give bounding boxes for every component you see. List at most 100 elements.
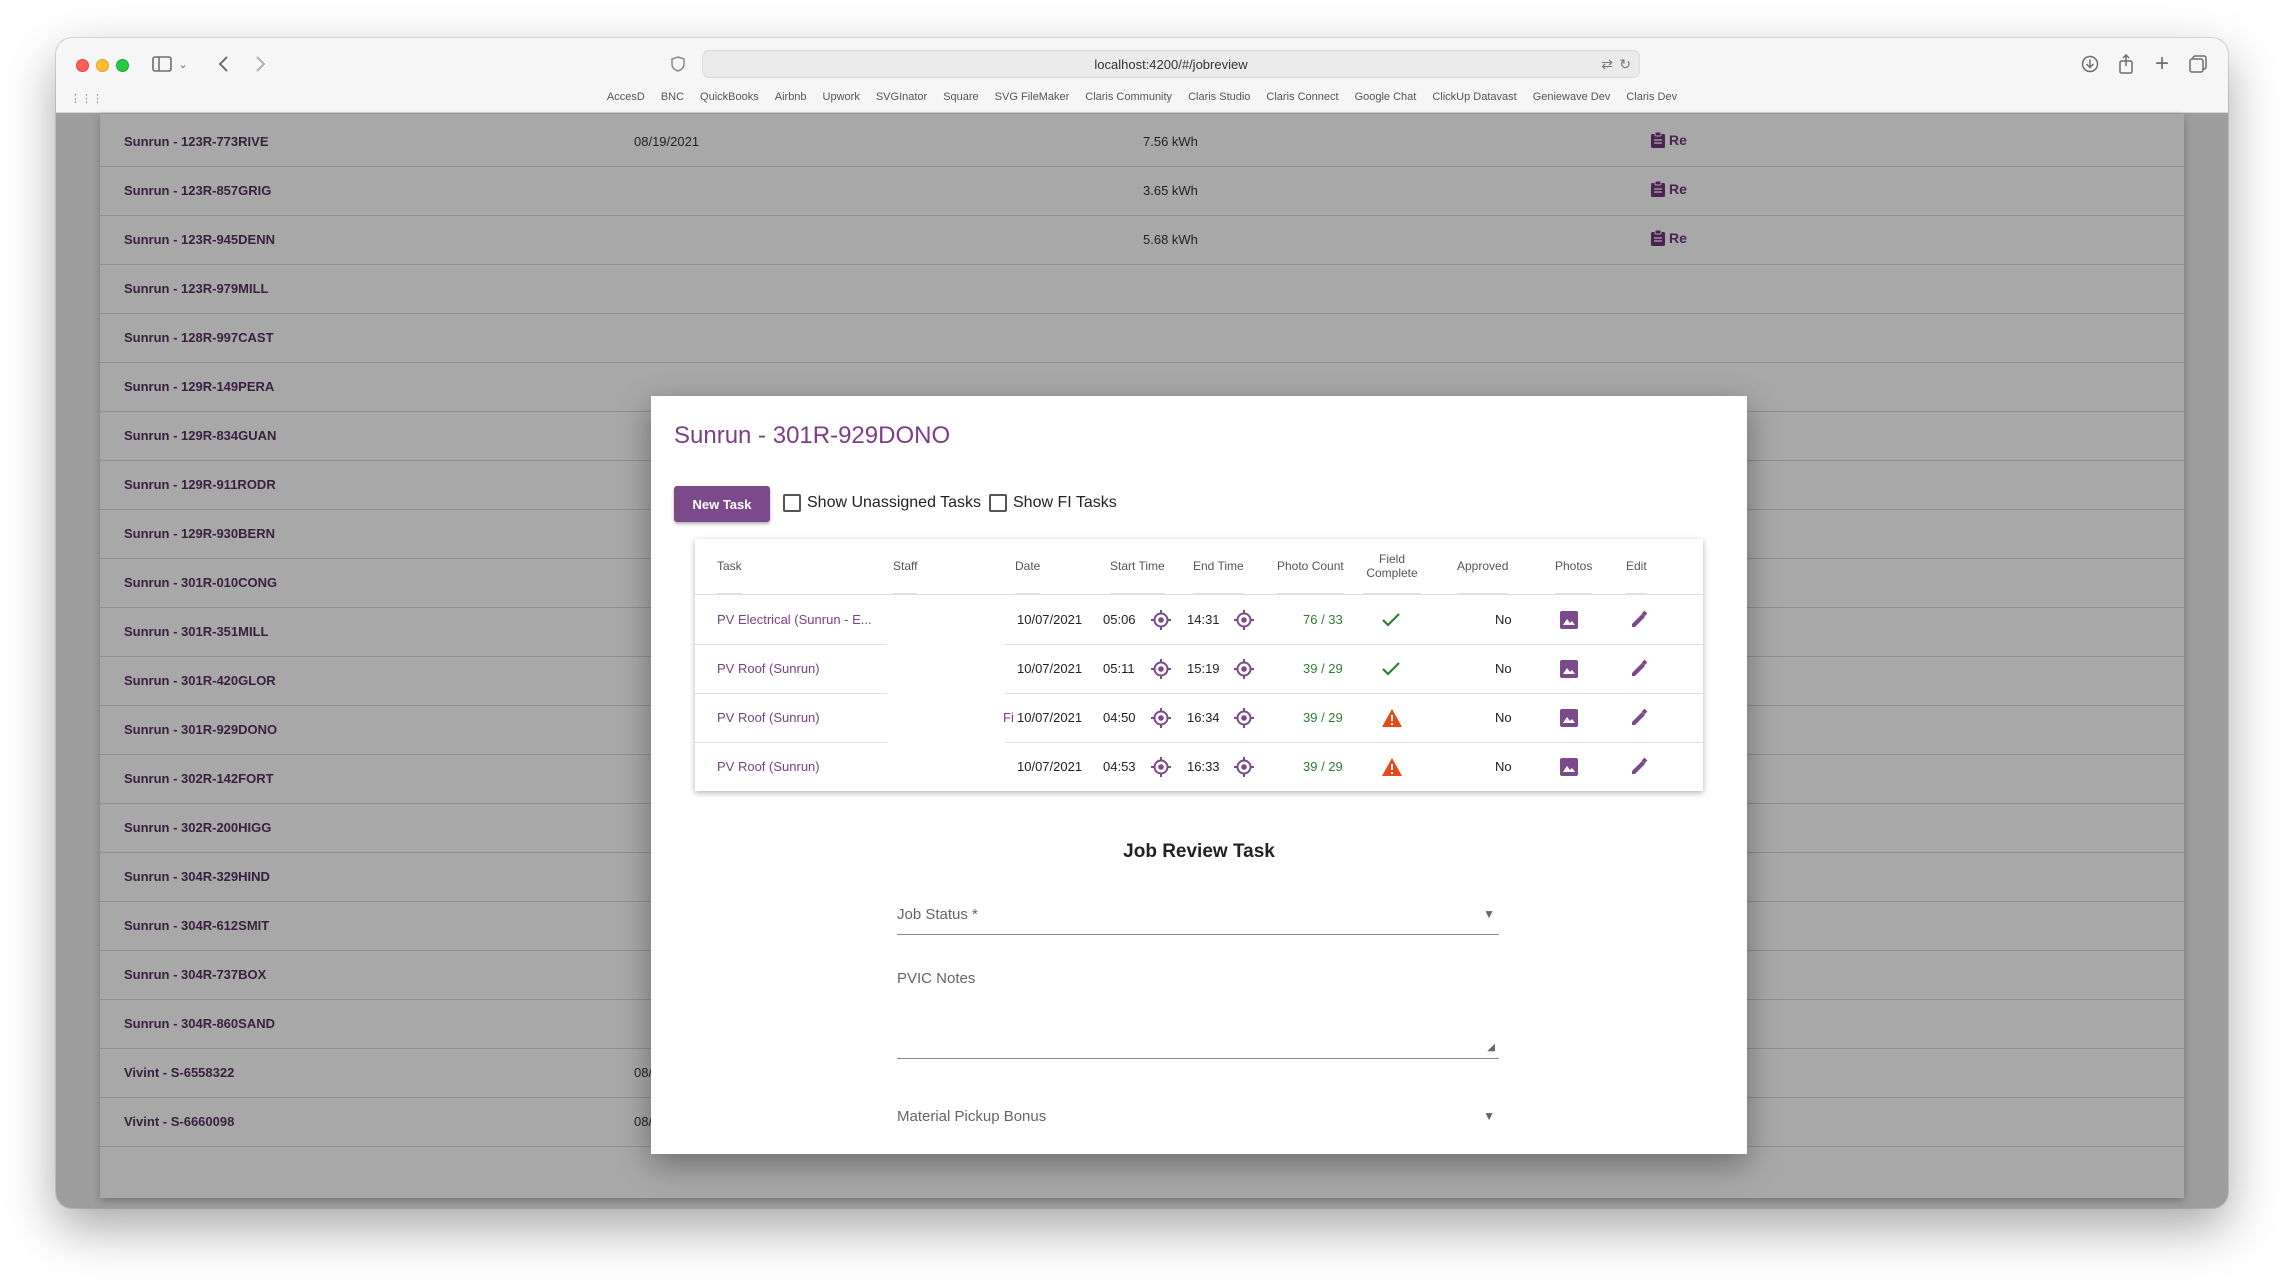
job-row[interactable]: Sunrun - 123R-773RIVE 08/19/2021 7.56 kWh R… [100,118,2184,167]
translate-icon[interactable]: ⇄ [1601,56,1613,73]
material-pickup-bonus-select[interactable]: Material Pickup Bonus ▼ [897,1106,1499,1146]
report-link[interactable]: Re [1650,180,1687,198]
minimize-window-button[interactable] [96,59,109,72]
edit-icon[interactable] [1629,693,1649,742]
back-arrow-icon[interactable] [214,50,234,78]
photo-icon[interactable] [1559,693,1579,742]
job-name[interactable]: Sunrun - 129R-930BERN [124,526,275,541]
task-name-link[interactable]: PV Roof (Sunrun) [717,644,820,693]
address-bar[interactable]: localhost:4200/#/jobreview ⇄ ↻ [702,50,1640,78]
edit-icon[interactable] [1629,644,1649,693]
task-row[interactable]: PV Roof (Sunrun) Fi 10/07/2021 04:50 16:34 39… [695,693,1703,742]
job-row[interactable]: Sunrun - 123R-857GRIG 3.65 kWh Re [100,167,2184,216]
bookmark-item[interactable]: Upwork [823,91,860,109]
job-name[interactable]: Sunrun - 129R-911RODR [124,477,276,492]
job-name[interactable]: Sunrun - 304R-737BOX [124,967,266,982]
download-icon[interactable] [2078,50,2102,78]
reload-icon[interactable]: ↻ [1619,56,1631,73]
job-kwh: 5.68 kWh [1143,232,1198,247]
show-fi-checkbox[interactable]: Show FI Tasks [989,494,1117,512]
header-photos: Photos [1555,539,1593,594]
job-status-select[interactable]: Job Status * ▼ [897,898,1499,938]
photo-icon[interactable] [1559,595,1579,644]
start-location-icon[interactable] [1150,595,1172,644]
edit-icon[interactable] [1629,595,1649,644]
bookmark-item[interactable]: Geniewave Dev [1533,91,1611,109]
header-start-time: Start Time [1110,539,1165,594]
task-photo-count: 39 / 29 [1303,759,1343,774]
job-row[interactable]: Sunrun - 123R-945DENN 5.68 kWh Re [100,216,2184,265]
chevron-down-icon[interactable]: ⌄ [176,50,190,78]
bookmark-item[interactable]: AccesD [607,91,645,109]
edit-icon[interactable] [1629,742,1649,791]
forward-arrow-icon[interactable] [250,50,270,78]
show-unassigned-checkbox[interactable]: Show Unassigned Tasks [783,494,981,512]
job-name[interactable]: Sunrun - 123R-773RIVE [124,134,269,149]
privacy-shield-icon[interactable] [668,50,688,78]
job-name[interactable]: Sunrun - 302R-142FORT [124,771,274,786]
bookmark-item[interactable]: QuickBooks [700,91,759,109]
sidebar-toggle-icon[interactable] [150,50,174,78]
task-approved: No [1495,661,1512,676]
job-name[interactable]: Vivint - S-6660098 [124,1114,234,1129]
job-name[interactable]: Sunrun - 129R-834GUAN [124,428,276,443]
bookmark-item[interactable]: Square [943,91,978,109]
report-link[interactable]: Re [1650,229,1687,247]
photo-icon[interactable] [1559,644,1579,693]
bookmark-item[interactable]: Claris Dev [1626,91,1677,109]
bookmark-item[interactable]: BNC [661,91,684,109]
checkbox-box[interactable] [783,494,801,512]
end-location-icon[interactable] [1233,693,1255,742]
job-name[interactable]: Sunrun - 123R-979MILL [124,281,268,296]
new-task-button[interactable]: New Task [674,486,770,522]
job-name[interactable]: Sunrun - 304R-860SAND [124,1016,275,1031]
end-location-icon[interactable] [1233,595,1255,644]
start-location-icon[interactable] [1150,693,1172,742]
bookmark-item[interactable]: Claris Connect [1266,91,1338,109]
photo-icon[interactable] [1559,742,1579,791]
zoom-window-button[interactable] [116,59,129,72]
job-name[interactable]: Sunrun - 301R-351MILL [124,624,268,639]
task-name-link[interactable]: PV Roof (Sunrun) [717,742,820,791]
job-name[interactable]: Vivint - S-6558322 [124,1065,234,1080]
bookmark-item[interactable]: Google Chat [1355,91,1417,109]
task-name-link[interactable]: PV Roof (Sunrun) [717,693,820,742]
task-name-link[interactable]: PV Electrical (Sunrun - E... [717,595,872,644]
job-row[interactable]: Sunrun - 128R-997CAST [100,314,2184,363]
job-name[interactable]: Sunrun - 301R-929DONO [124,722,277,737]
header-end-time: End Time [1193,539,1244,594]
job-name[interactable]: Sunrun - 301R-010CONG [124,575,277,590]
start-location-icon[interactable] [1150,644,1172,693]
task-row[interactable]: PV Roof (Sunrun) 10/07/2021 05:11 15:19 39 /… [695,644,1703,693]
job-name[interactable]: Sunrun - 123R-857GRIG [124,183,271,198]
end-location-icon[interactable] [1233,742,1255,791]
job-name[interactable]: Sunrun - 304R-329HIND [124,869,270,884]
bookmark-item[interactable]: Claris Community [1085,91,1172,109]
job-name[interactable]: Sunrun - 123R-945DENN [124,232,275,247]
task-photo-count: 39 / 29 [1303,661,1343,676]
job-name[interactable]: Sunrun - 129R-149PERA [124,379,274,394]
close-window-button[interactable] [76,59,89,72]
job-name[interactable]: Sunrun - 301R-420GLOR [124,673,276,688]
job-kwh: 3.65 kWh [1143,183,1198,198]
start-location-icon[interactable] [1150,742,1172,791]
new-tab-icon[interactable]: + [2150,50,2174,78]
bookmark-item[interactable]: Airbnb [775,91,807,109]
bookmark-item[interactable]: SVG FileMaker [995,91,1070,109]
job-name[interactable]: Sunrun - 128R-997CAST [124,330,274,345]
job-row[interactable]: Sunrun - 123R-979MILL [100,265,2184,314]
end-location-icon[interactable] [1233,644,1255,693]
task-row[interactable]: PV Roof (Sunrun) 10/07/2021 04:53 16:33 39 /… [695,742,1703,791]
bookmark-item[interactable]: Claris Studio [1188,91,1250,109]
resize-handle-icon[interactable]: ◢ [1487,1042,1495,1053]
checkbox-box[interactable] [989,494,1007,512]
job-name[interactable]: Sunrun - 304R-612SMIT [124,918,269,933]
share-icon[interactable] [2114,50,2138,78]
tab-overview-icon[interactable] [2186,50,2210,78]
bookmark-item[interactable]: ClickUp Datavast [1432,91,1516,109]
job-name[interactable]: Sunrun - 302R-200HIGG [124,820,271,835]
task-row[interactable]: PV Electrical (Sunrun - E... 10/07/2021 05… [695,595,1703,644]
pvic-notes-textarea[interactable]: PVIC Notes ◢ [897,968,1499,1066]
report-link[interactable]: Re [1650,131,1687,149]
bookmark-item[interactable]: SVGInator [876,91,927,109]
